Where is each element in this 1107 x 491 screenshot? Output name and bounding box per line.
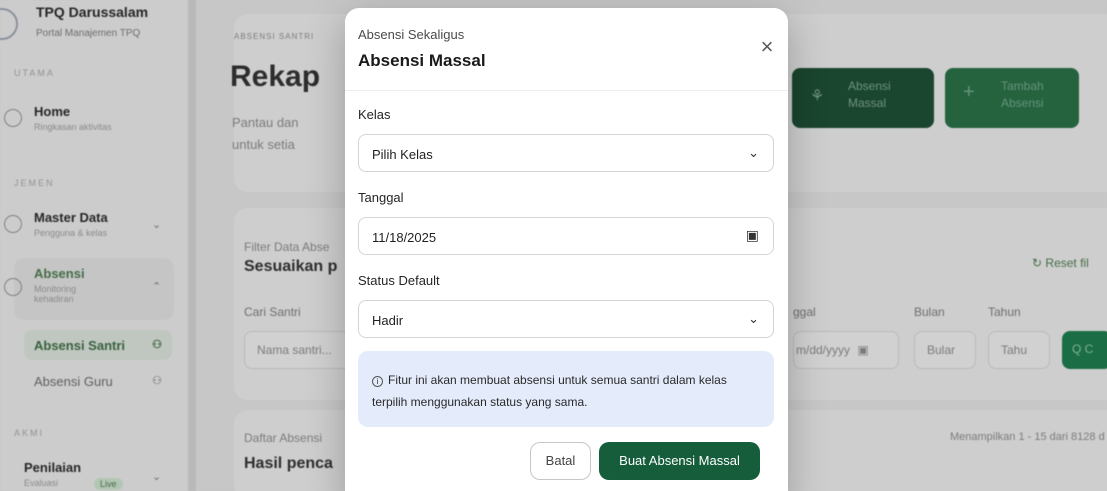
status-select-value: Hadir	[372, 313, 404, 328]
status-default-label: Status Default	[358, 273, 440, 288]
calendar-icon[interactable]: ▣	[746, 227, 759, 244]
chevron-down-icon: ⌄	[748, 145, 759, 160]
modal-title: Absensi Massal	[358, 51, 486, 70]
kelas-select[interactable]: Pilih Kelas ⌄	[358, 134, 774, 172]
chevron-down-icon: ⌄	[748, 311, 759, 326]
modal-header: Absensi Sekaligus Absensi Massal ×	[345, 8, 788, 91]
close-icon[interactable]: ×	[755, 36, 779, 60]
info-box: i Fitur ini akan membuat absensi untuk se…	[358, 351, 774, 427]
info-icon: i	[372, 376, 383, 387]
tanggal-input[interactable]: 11/18/2025 ▣	[358, 217, 774, 255]
info-text: Fitur ini akan membuat absensi untuk sem…	[372, 373, 727, 409]
tanggal-label: Tanggal	[358, 190, 404, 205]
absensi-massal-modal: Absensi Sekaligus Absensi Massal × Kelas…	[345, 8, 788, 491]
status-default-select[interactable]: Hadir ⌄	[358, 300, 774, 338]
kelas-select-value: Pilih Kelas	[372, 147, 433, 162]
tanggal-input-value: 11/18/2025	[372, 230, 437, 245]
cancel-button[interactable]: Batal	[530, 442, 591, 480]
modal-eyebrow: Absensi Sekaligus	[358, 27, 465, 42]
kelas-label: Kelas	[358, 107, 391, 122]
buat-absensi-massal-button[interactable]: Buat Absensi Massal	[599, 442, 760, 480]
